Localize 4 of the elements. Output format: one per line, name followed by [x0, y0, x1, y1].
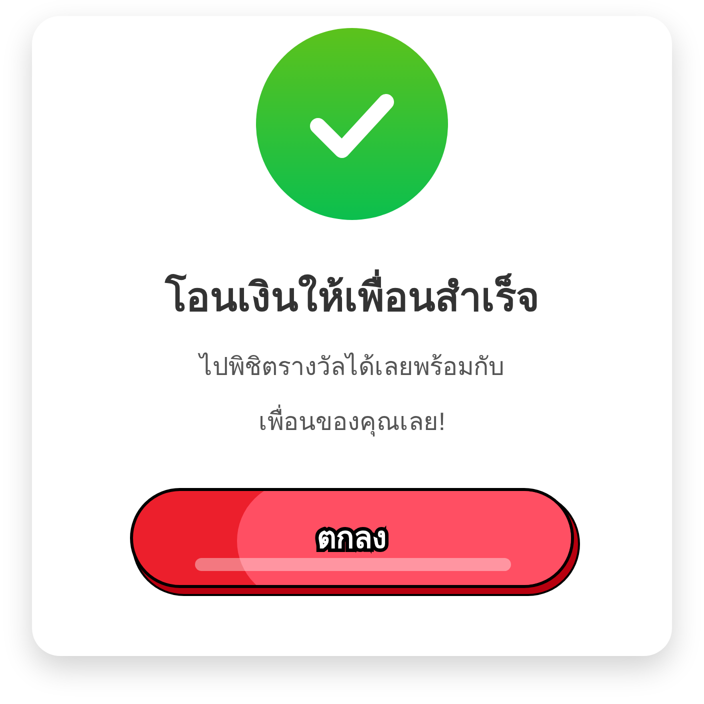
dialog-title: โอนเงินให้เพื่อนสำเร็จ	[165, 270, 539, 326]
message-text: เพื่อนของคุณเลย!	[258, 395, 446, 450]
check-icon	[256, 28, 448, 220]
message-text: ไปพิชิตรางวัลได้เลยพร้อมกับ	[200, 352, 504, 383]
